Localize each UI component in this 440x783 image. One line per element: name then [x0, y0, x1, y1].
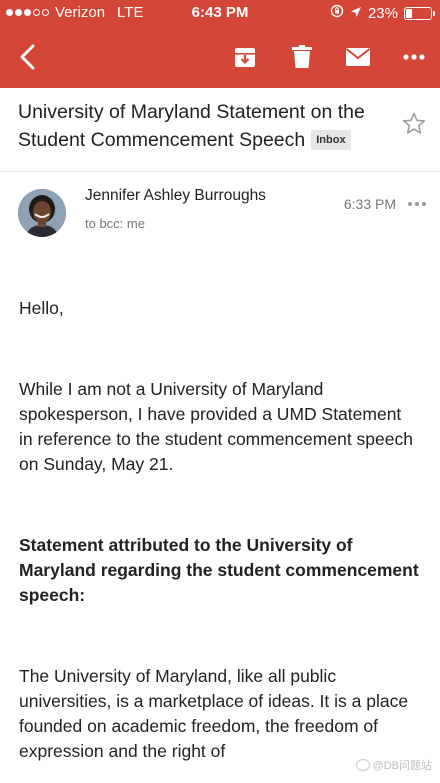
rotation-lock-icon — [330, 4, 344, 22]
status-right: 23% — [330, 4, 435, 22]
message-more-icon[interactable] — [408, 196, 426, 206]
star-icon[interactable] — [402, 112, 426, 140]
battery-percent: 23% — [367, 4, 398, 22]
email-time: 6:33 PM — [343, 196, 396, 212]
more-options-icon[interactable] — [397, 40, 431, 74]
watermark-text: @DB问题站 — [372, 760, 432, 772]
inbox-label[interactable]: Inbox — [311, 130, 351, 150]
weibo-logo-icon — [355, 759, 370, 771]
status-bar: Verizon LTE 6:43 PM 23% — [0, 0, 440, 26]
archive-icon[interactable] — [228, 40, 262, 74]
trash-icon[interactable] — [285, 40, 319, 74]
sender-name: Jennifer Ashley Burroughs — [85, 187, 266, 204]
battery-icon — [404, 6, 435, 20]
email-subject: University of Maryland Statement on the … — [18, 98, 390, 154]
location-arrow-icon — [350, 5, 362, 22]
subject-header: University of Maryland Statement on the … — [0, 88, 440, 172]
sender-row[interactable]: Jennifer Ashley Burroughs to bcc: me 6:3… — [0, 172, 440, 252]
mark-unread-icon[interactable] — [341, 40, 375, 74]
back-arrow-icon[interactable] — [10, 40, 44, 74]
body-paragraph: Hello, — [19, 298, 64, 318]
body-heading: Statement attributed to the University o… — [19, 535, 419, 605]
body-paragraph: The University of Maryland, like all pub… — [19, 666, 409, 761]
battery-level — [406, 8, 412, 18]
avatar[interactable] — [18, 189, 66, 237]
watermark: @DB问题站 — [355, 757, 432, 773]
email-body: Hello, While I am not a University of Ma… — [19, 296, 419, 783]
toolbar — [0, 26, 440, 88]
body-paragraph: While I am not a University of Maryland … — [19, 379, 413, 474]
recipients[interactable]: to bcc: me — [85, 216, 145, 231]
